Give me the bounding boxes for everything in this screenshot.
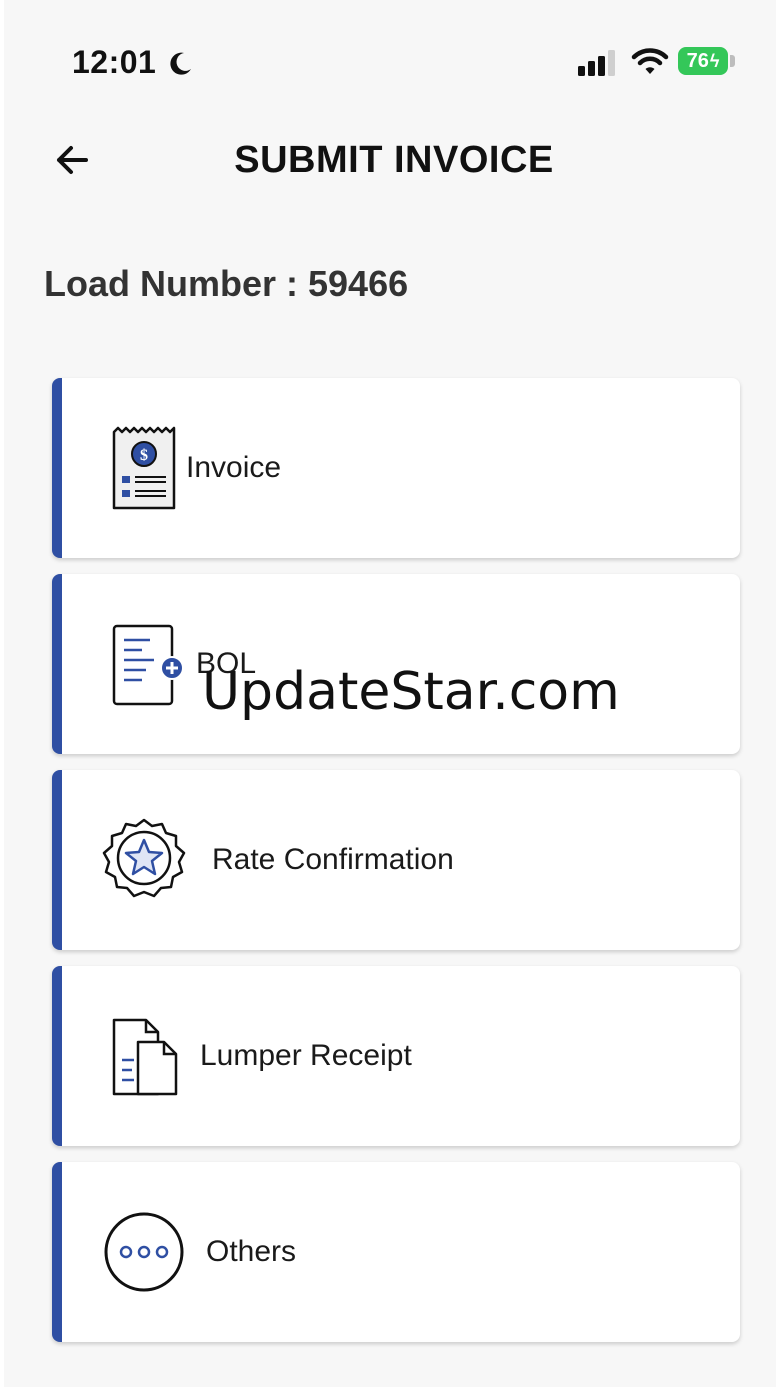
- document-label: Invoice: [186, 451, 282, 484]
- screen: 12:01 76 ϟ SUBMIT INVOICE Load Number : …: [4, 0, 776, 1387]
- battery-level: 76: [686, 49, 709, 72]
- wifi-icon: [631, 48, 669, 74]
- document-label: Others: [206, 1235, 297, 1268]
- document-item-invoice[interactable]: $ Invoice: [52, 378, 740, 558]
- status-time: 12:01: [72, 44, 157, 80]
- document-list: $ Invoice BOL UpdateStar.com Rate Confir…: [52, 378, 740, 1358]
- watermark: UpdateStar.com: [202, 662, 620, 722]
- document-item-rate-confirmation[interactable]: Rate Confirmation: [52, 770, 740, 950]
- charging-icon: ϟ: [709, 50, 720, 71]
- more-dots-icon: [104, 1212, 184, 1292]
- document-label: Rate Confirmation: [212, 843, 454, 876]
- battery-indicator: 76 ϟ: [678, 47, 728, 75]
- document-item-others[interactable]: Others: [52, 1162, 740, 1342]
- bol-document-add-icon: [112, 624, 184, 706]
- document-item-lumper-receipt[interactable]: Lumper Receipt: [52, 966, 740, 1146]
- document-label: Lumper Receipt: [200, 1039, 412, 1072]
- star-badge-icon: [102, 818, 186, 898]
- battery-cap: [730, 55, 735, 67]
- load-number: Load Number : 59466: [44, 263, 409, 304]
- svg-text:$: $: [140, 447, 148, 464]
- signal-icon: [578, 50, 615, 76]
- invoice-receipt-icon: $: [112, 426, 176, 510]
- status-bar: 12:01 76 ϟ: [4, 0, 776, 120]
- files-icon: [112, 1018, 178, 1096]
- moon-icon: [170, 52, 191, 75]
- document-item-bol[interactable]: BOL UpdateStar.com: [52, 574, 740, 754]
- page-title: SUBMIT INVOICE: [234, 139, 554, 181]
